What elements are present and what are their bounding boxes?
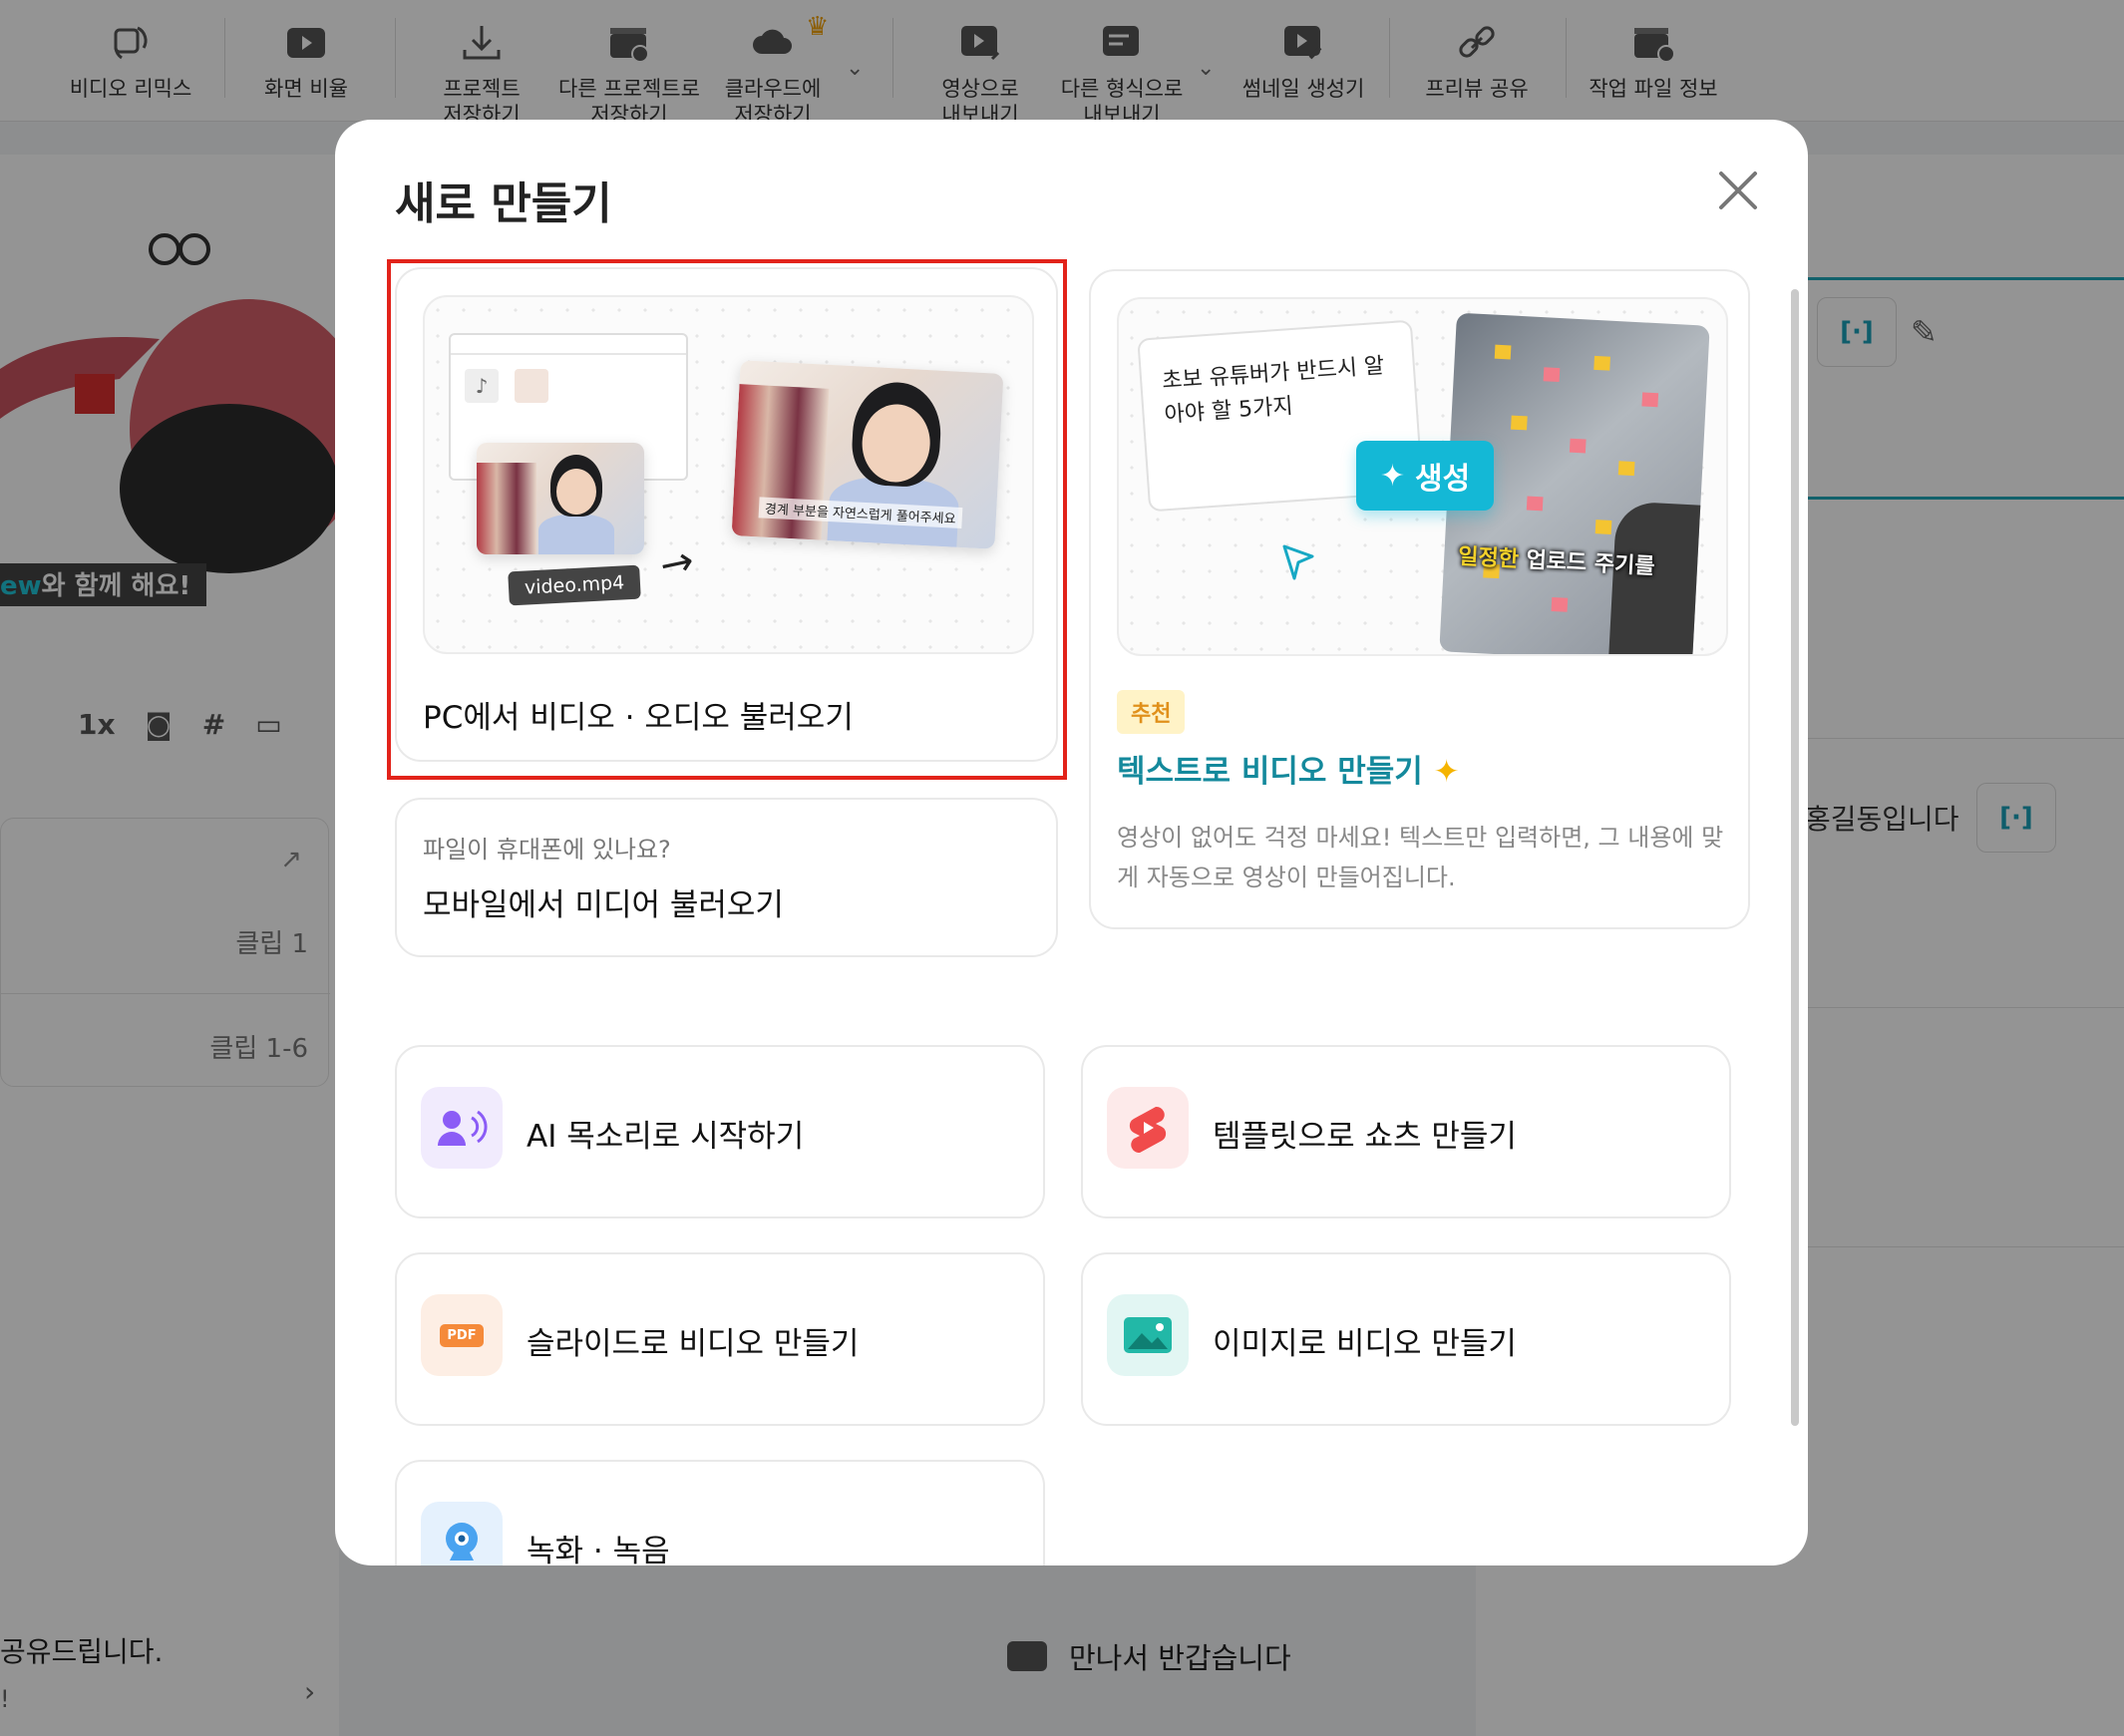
prompt-text: 초보 유튜버가 반드시 알 아야 할 5가지	[1161, 353, 1386, 429]
text-to-video-title: 텍스트로 비디오 만들기 ✦	[1117, 754, 1460, 790]
slides-option[interactable]: PDF 슬라이드로 비디오 만들기	[395, 1252, 1045, 1426]
record-label: 녹화 · 녹음	[527, 1534, 670, 1565]
text-to-video-card[interactable]: 초보 유튜버가 반드시 알 아야 할 5가지 일정한 업로드 주기를 ✦ 생성 …	[1089, 269, 1750, 929]
template-shorts-option[interactable]: 템플릿으로 쇼츠 만들기	[1081, 1045, 1731, 1218]
shorts-icon	[1107, 1087, 1189, 1169]
image-to-video-option[interactable]: 이미지로 비디오 만들기	[1081, 1252, 1731, 1426]
cursor-icon	[1282, 544, 1314, 580]
highlight-frame	[387, 259, 1067, 780]
generate-label: 생성	[1414, 462, 1471, 497]
sparkle-icon: ✦	[1433, 754, 1460, 790]
mobile-import-label: 모바일에서 미디어 불러오기	[423, 887, 784, 923]
recommended-badge: 추천	[1117, 690, 1186, 734]
ai-voice-label: AI 목소리로 시작하기	[527, 1119, 805, 1155]
text-to-video-description: 영상이 없어도 걱정 마세요! 텍스트만 입력하면, 그 내용에 맞 게 자동으…	[1117, 824, 1724, 891]
generate-button: ✦ 생성	[1356, 441, 1494, 511]
sparkle-icon: ✦	[1379, 458, 1405, 494]
modal-scrollbar[interactable]	[1791, 289, 1799, 1426]
text-to-video-preview: 초보 유튜버가 반드시 알 아야 할 5가지 일정한 업로드 주기를 ✦ 생성	[1117, 297, 1728, 656]
modal-title: 새로 만들기	[395, 178, 612, 229]
close-icon[interactable]	[1713, 166, 1763, 215]
mobile-import-card[interactable]: 파일이 휴대폰에 있나요? 모바일에서 미디어 불러오기	[395, 798, 1058, 957]
pdf-icon: PDF	[421, 1294, 503, 1376]
ai-voice-icon	[421, 1087, 503, 1169]
image-icon	[1107, 1294, 1189, 1376]
template-shorts-label: 템플릿으로 쇼츠 만들기	[1213, 1119, 1517, 1155]
mobile-import-hint: 파일이 휴대폰에 있나요?	[423, 836, 671, 864]
image-to-video-label: 이미지로 비디오 만들기	[1213, 1326, 1517, 1362]
webcam-icon	[421, 1502, 503, 1565]
slides-label: 슬라이드로 비디오 만들기	[527, 1326, 860, 1362]
ai-voice-option[interactable]: AI 목소리로 시작하기	[395, 1045, 1045, 1218]
new-project-modal: 새로 만들기 ♪ video.mp4 → 경계 부분을 자연스럽게 풀어주세요 …	[335, 120, 1808, 1565]
record-option[interactable]: 녹화 · 녹음	[395, 1460, 1045, 1565]
